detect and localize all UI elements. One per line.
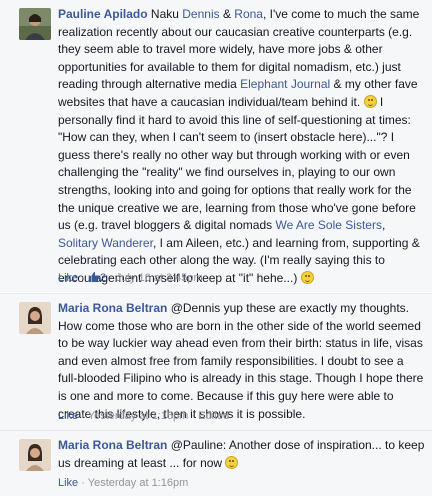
mention-link[interactable]: Rona [234,7,263,21]
comment-timestamp[interactable]: July 16 at 3:45pm [116,272,203,284]
comment-body: Pauline Apilado Naku Dennis & Rona, I've… [58,6,426,288]
comment-body: Maria Rona Beltran @Pauline: Another dos… [58,437,426,472]
comment-body: Maria Rona Beltran @Dennis yup these are… [58,300,426,423]
thumbs-up-icon[interactable] [88,271,100,283]
comment-meta: Like · 2 · July 16 at 3:45pm [58,271,203,285]
meta-separator: · [78,477,88,489]
meta-separator: · [188,410,199,422]
comment-timestamp[interactable]: Yesterday at 1:16pm [88,477,189,489]
comment-author[interactable]: Maria Rona Beltran [58,438,167,452]
smiley-icon [300,270,314,284]
comment-item: Maria Rona Beltran @Pauline: Another dos… [0,430,432,496]
comment-text: @Dennis yup these are exactly my thought… [58,301,424,421]
comment-meta: Like · Yesterday at 1:16pm [58,476,188,490]
smiley-icon [225,455,239,469]
comment-meta: Like · Yesterday at 1:15pm · Edited [58,409,229,423]
like-link[interactable]: Like [58,477,78,489]
meta-separator: · [106,272,116,284]
comment-text: I personally find it hard to avoid this … [58,94,416,233]
comment-item: Maria Rona Beltran @Dennis yup these are… [0,293,432,430]
mention-link[interactable]: Dennis [182,7,219,21]
comment-text: & [219,7,235,21]
edited-label[interactable]: Edited [198,410,229,422]
like-link[interactable]: Like [58,272,78,284]
comment-text: , [381,218,386,233]
like-link[interactable]: Like [58,410,78,422]
smiley-icon [363,94,377,108]
mention-link[interactable]: Elephant Journal [240,77,330,91]
meta-separator: · [78,410,88,422]
comment-author[interactable]: Pauline Apilado [58,7,148,21]
meta-separator: · [78,272,88,284]
comment-text: Naku [147,7,183,21]
mention-link[interactable]: We Are Sole Sisters [275,218,382,232]
mention-link[interactable]: Solitary Wanderer [58,236,153,250]
avatar[interactable] [19,439,51,471]
comment-thread: Pauline Apilado Naku Dennis & Rona, I've… [0,0,440,496]
comment-author[interactable]: Maria Rona Beltran [58,301,167,315]
avatar[interactable] [19,8,51,40]
avatar[interactable] [19,302,51,334]
comment-timestamp[interactable]: Yesterday at 1:15pm [88,410,189,422]
comment-item: Pauline Apilado Naku Dennis & Rona, I've… [0,0,432,292]
